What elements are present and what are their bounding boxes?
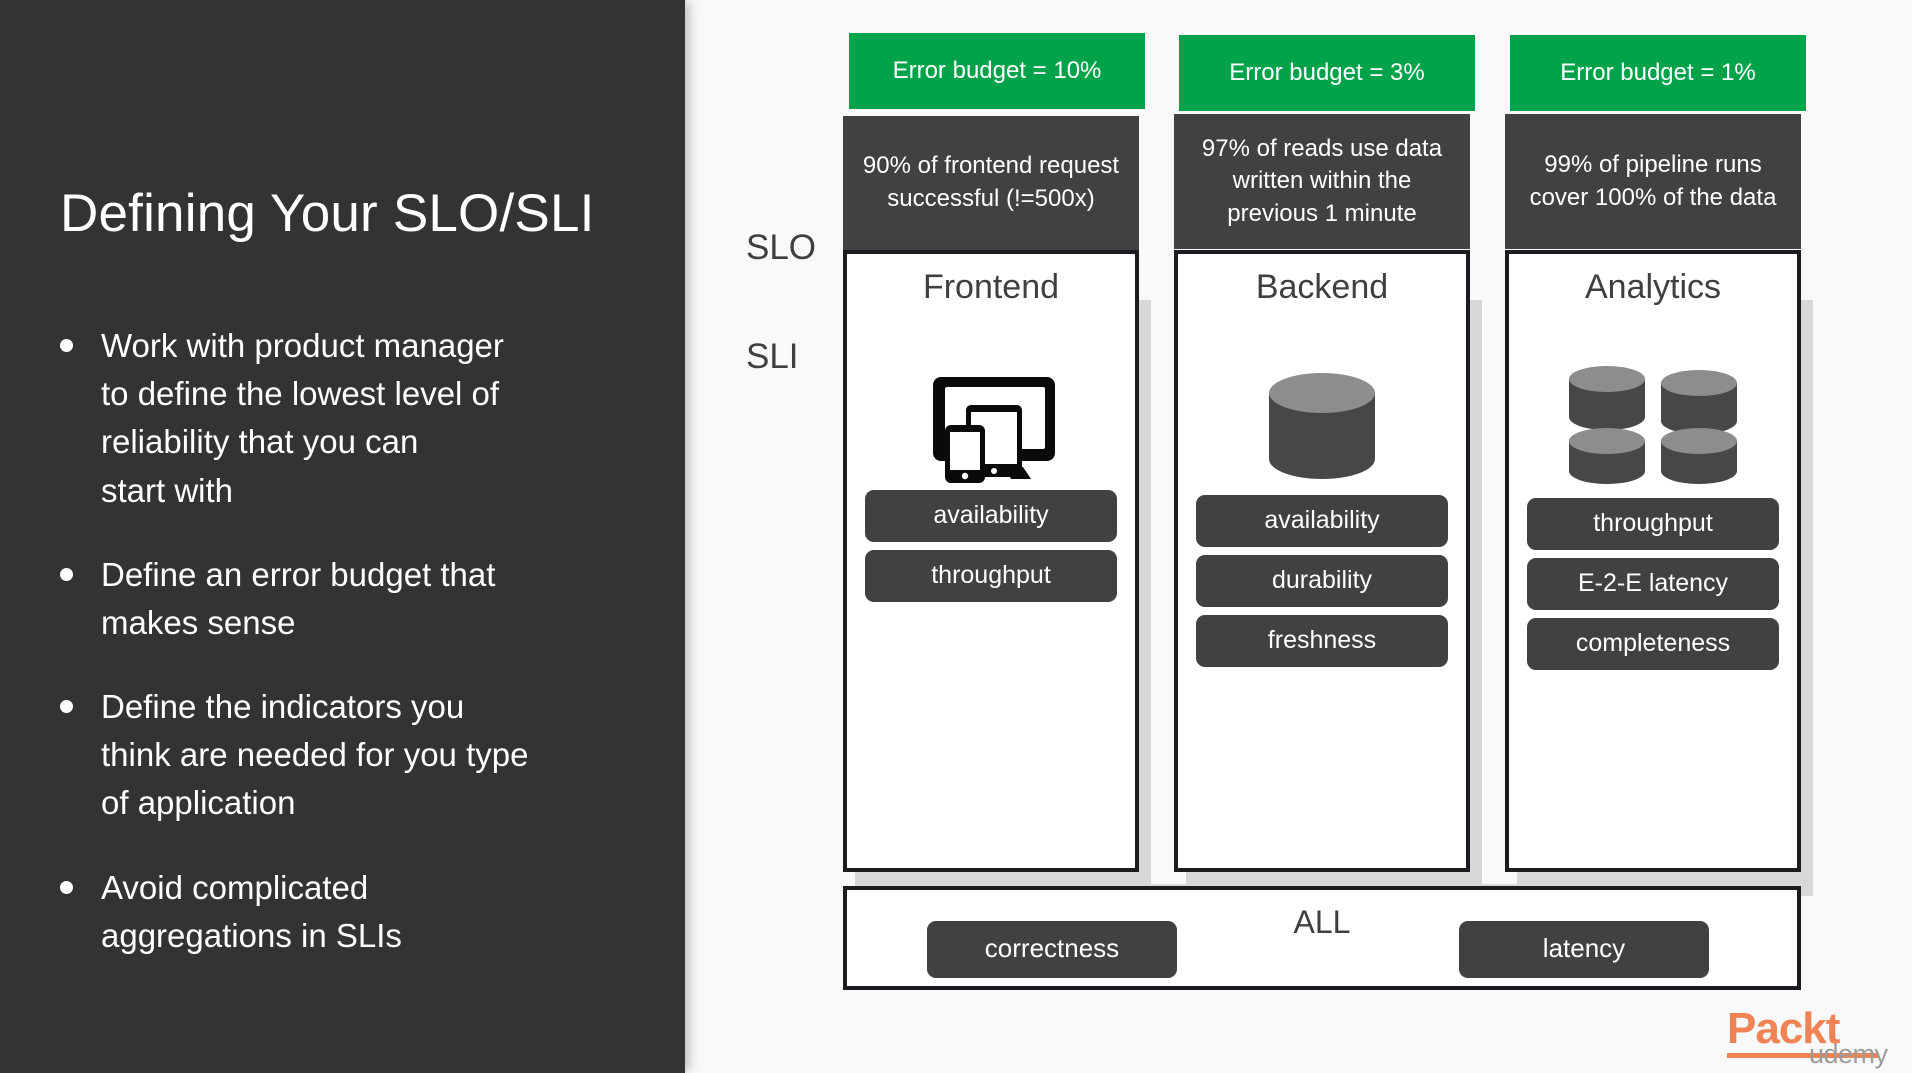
- bullet-dot-icon: [60, 339, 73, 352]
- database-icon: [1178, 332, 1466, 522]
- bullet-dot-icon: [60, 700, 73, 714]
- bullet-dot-icon: [60, 567, 73, 581]
- sli-tag[interactable]: freshness: [1196, 615, 1448, 667]
- page-title: Defining Your SLO/SLI: [60, 184, 595, 243]
- slo-statement-analytics: 99% of pipeline runs cover 100% of the d…: [1505, 114, 1801, 249]
- bullet-text: Define an error budget that makes sense: [101, 555, 496, 641]
- bullet-text: Define the indicators you think are need…: [101, 688, 529, 822]
- card-title: Backend: [1255, 268, 1389, 306]
- sli-tag[interactable]: availability: [1196, 495, 1448, 547]
- udemy-wordmark: udemy: [1809, 1039, 1888, 1069]
- sli-tag[interactable]: completeness: [1527, 618, 1779, 670]
- error-budget-badge-analytics: Error budget = 1%: [1510, 35, 1806, 111]
- sli-tags-frontend: availability throughput: [847, 490, 1135, 610]
- axis-label-sli: SLI: [746, 337, 799, 376]
- sli-tag[interactable]: E-2-E latency: [1527, 558, 1779, 610]
- card-title: Frontend: [922, 268, 1060, 306]
- bullet-dot-icon: [60, 880, 73, 894]
- sli-tags-analytics: throughput E-2-E latency completeness: [1509, 498, 1797, 678]
- sli-tag[interactable]: throughput: [1527, 498, 1779, 550]
- sli-tag[interactable]: availability: [865, 490, 1117, 542]
- list-item: Define the indicators you think are need…: [60, 683, 660, 828]
- bullet-text: Work with product manager to define the …: [101, 327, 504, 509]
- sli-card-backend: Backend availability durability freshnes…: [1174, 250, 1470, 872]
- all-row: ALL correctness latency: [843, 886, 1801, 990]
- error-budget-badge-backend: Error budget = 3%: [1179, 35, 1475, 111]
- list-item: Avoid complicated aggregations in SLIs: [60, 864, 660, 960]
- slo-statement-backend: 97% of reads use data written within the…: [1174, 114, 1470, 249]
- packt-logo: Packt udemy: [1727, 1007, 1897, 1069]
- error-budget-badge-frontend: Error budget = 10%: [849, 33, 1145, 109]
- list-item: Define an error budget that makes sense: [60, 551, 660, 647]
- slo-statement-frontend: 90% of frontend request successful (!=50…: [843, 116, 1139, 250]
- bullet-list: Work with product manager to define the …: [60, 322, 660, 996]
- sli-tag[interactable]: durability: [1196, 555, 1448, 607]
- sli-tag[interactable]: correctness: [927, 921, 1177, 978]
- list-item: Work with product manager to define the …: [60, 322, 660, 515]
- card-title: Analytics: [1584, 268, 1722, 306]
- sli-tag[interactable]: latency: [1459, 921, 1709, 978]
- sli-card-frontend: Frontend availability throughput: [843, 250, 1139, 872]
- axis-label-slo: SLO: [746, 228, 817, 267]
- slide-sidebar: Defining Your SLO/SLI Work with product …: [0, 0, 685, 1073]
- sli-tag[interactable]: throughput: [865, 550, 1117, 602]
- sli-tags-backend: availability durability freshness: [1178, 495, 1466, 675]
- sli-card-analytics: Analytics throughput E-2-E latency compl…: [1505, 250, 1801, 872]
- database-cluster-icon: [1509, 332, 1797, 522]
- bullet-text: Avoid complicated aggregations in SLIs: [101, 868, 402, 954]
